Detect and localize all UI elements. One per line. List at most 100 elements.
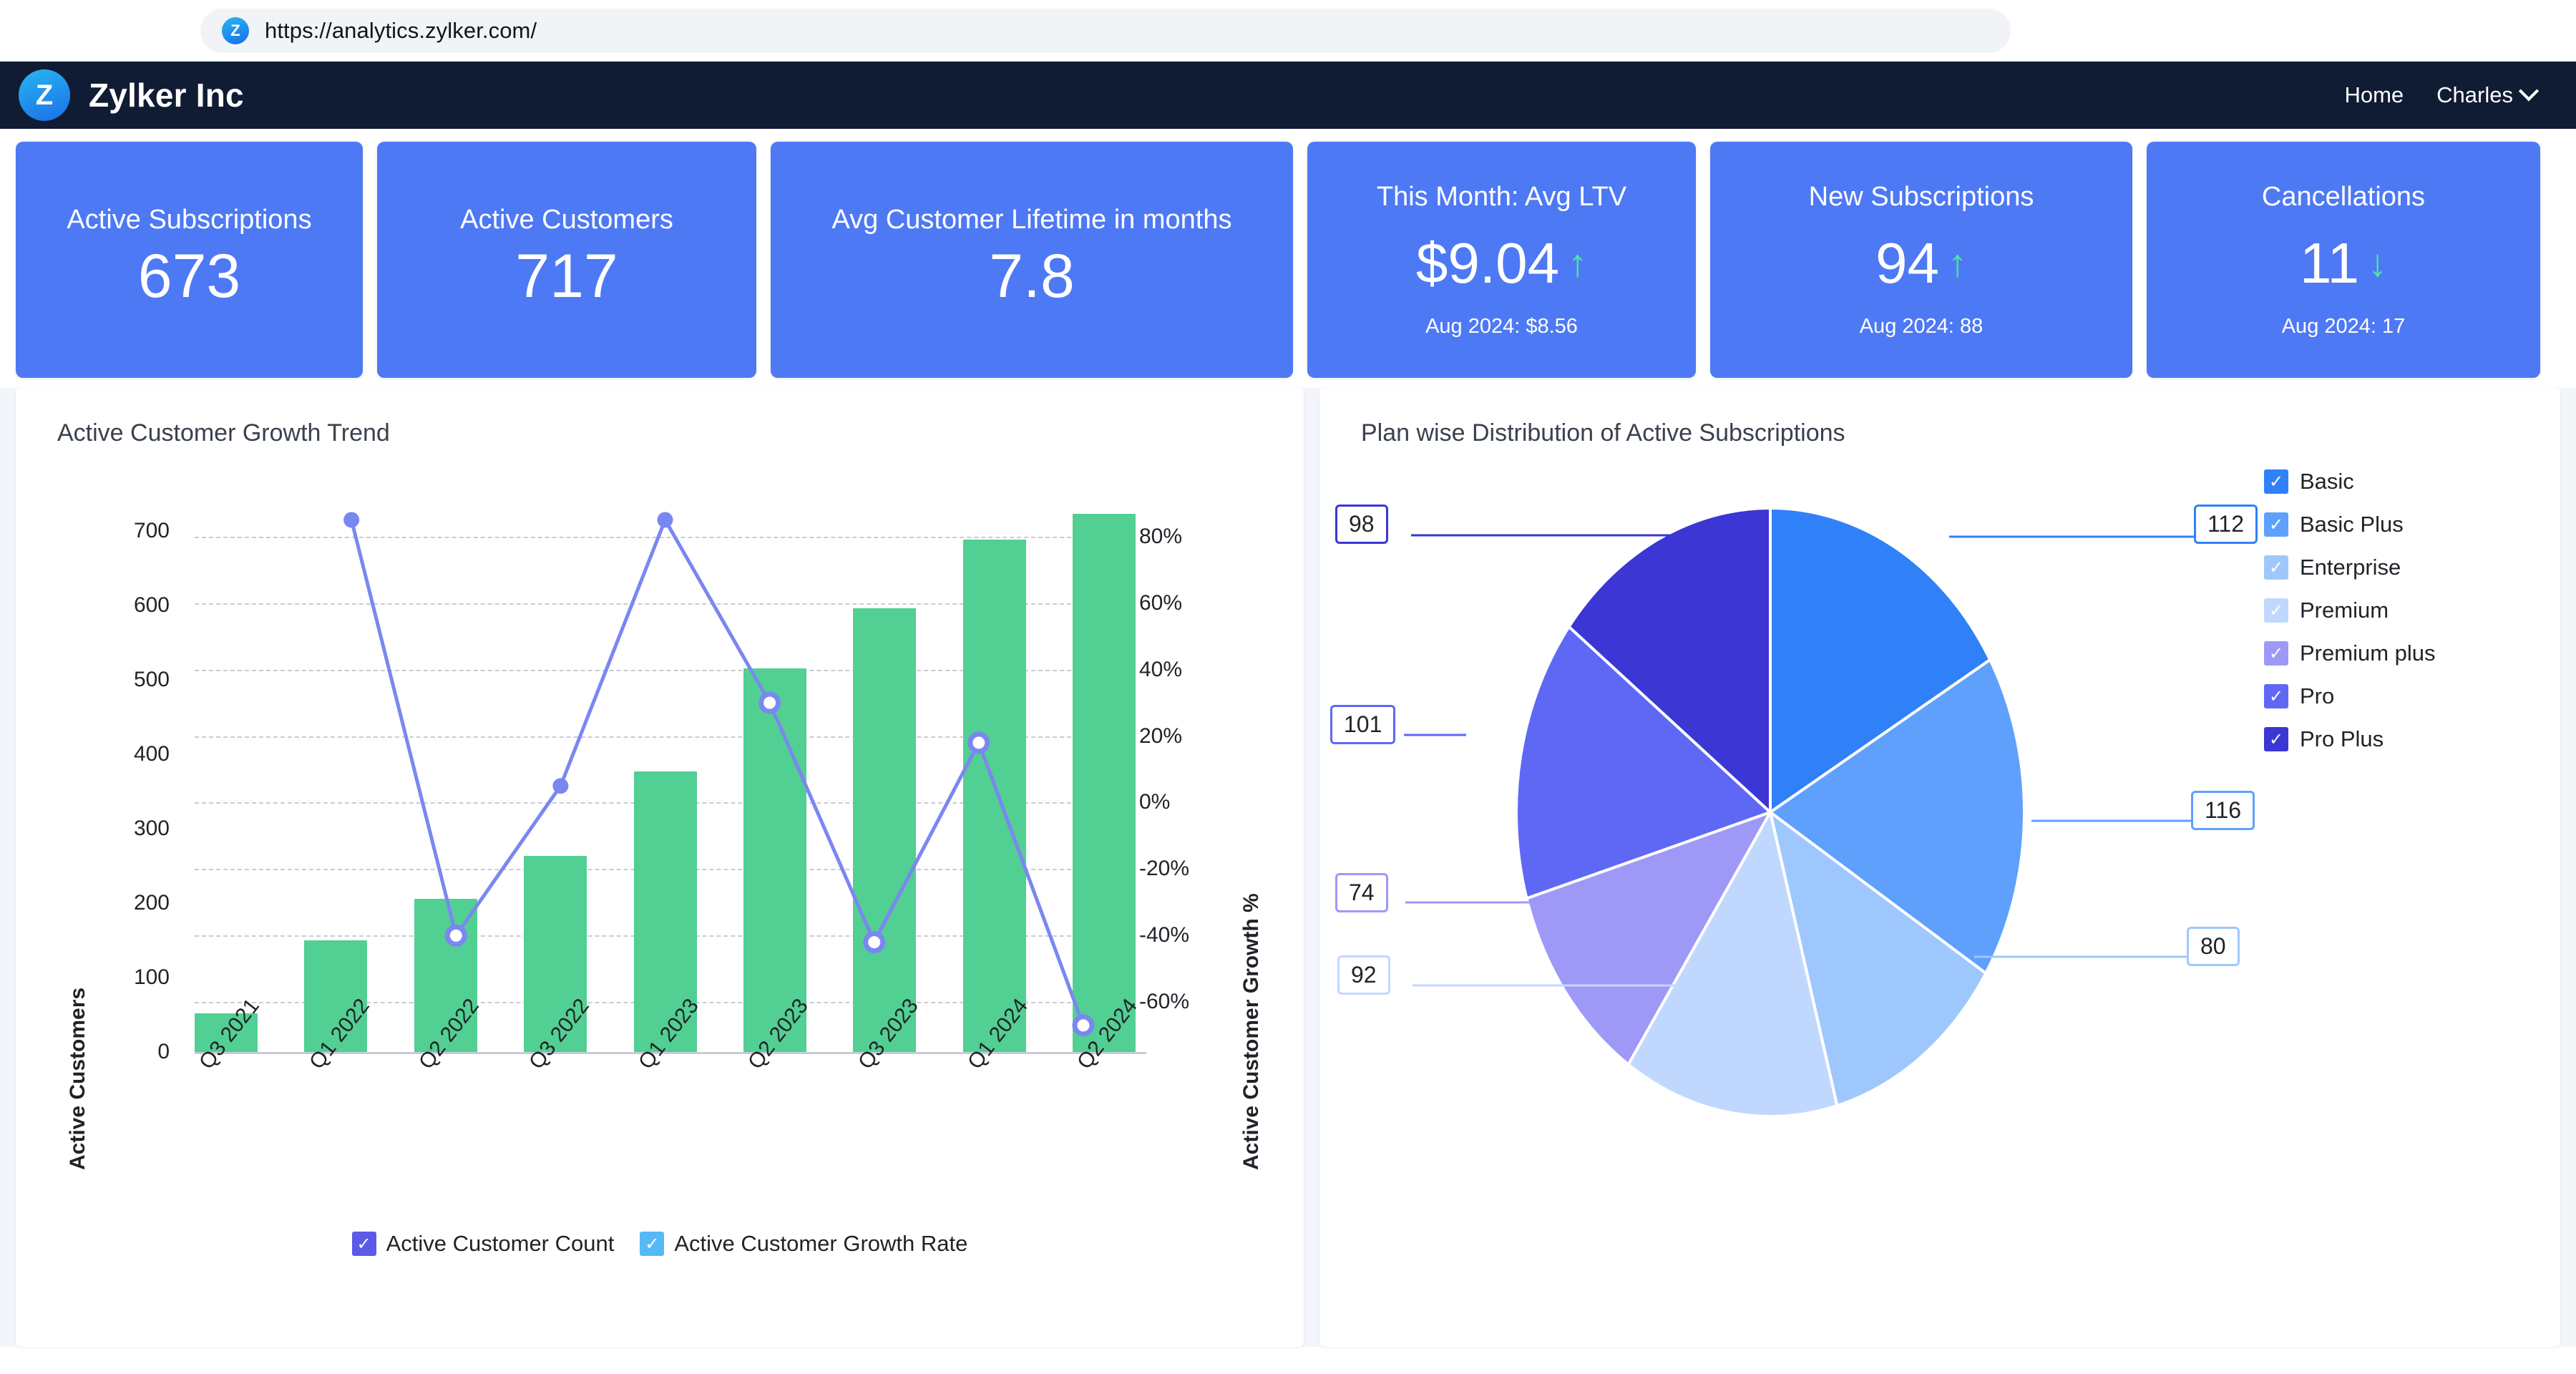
x-tick-label: Q3 2023 — [853, 994, 923, 1074]
pie-legend-checkbox[interactable]: ✓ — [2264, 555, 2288, 580]
pie-legend-label: Premium — [2300, 598, 2389, 623]
pie-chart: 112 116 80 92 74 101 98 ✓ Basic ✓ Basic Plus ✓ Ente… — [1319, 447, 2560, 1292]
pie-slice-value: 74 — [1335, 873, 1388, 912]
pie-legend-checkbox[interactable]: ✓ — [2264, 469, 2288, 494]
legend-label: Active Customer Growth Rate — [674, 1231, 968, 1256]
pie-slice-value: 98 — [1335, 505, 1388, 544]
pie-legend-item[interactable]: ✓ Pro Plus — [2264, 726, 2436, 752]
panel-plan-distribution: Plan wise Distribution of Active Subscri… — [1319, 388, 2560, 1347]
x-tick-label: Q2 2023 — [743, 994, 814, 1074]
legend-checkbox[interactable]: ✓ — [351, 1232, 376, 1256]
nav-item-user-menu[interactable]: Charles — [2436, 81, 2540, 108]
y-axis-label: Active Customers — [66, 987, 89, 1170]
nav-user-label: Charles — [2436, 82, 2513, 107]
pie-legend-label: Pro Plus — [2300, 726, 2384, 751]
pie-svg — [1404, 506, 2196, 1118]
line-series — [343, 512, 1095, 1037]
pie-legend-item[interactable]: ✓ Basic Plus — [2264, 512, 2436, 537]
pie-slice-value: 112 — [2194, 505, 2258, 544]
kpi-label: Avg Customer Lifetime in months — [831, 204, 1232, 235]
kpi-comparison: Aug 2024: 17 — [2281, 314, 2406, 338]
x-tick-label: Q1 2022 — [304, 994, 374, 1074]
x-tick-label: Q2 2024 — [1073, 994, 1143, 1074]
pie-legend-label: Premium plus — [2300, 640, 2436, 666]
legend-item[interactable]: ✓ Active Customer Count — [351, 1231, 614, 1257]
y-tick-label: 200 — [133, 891, 170, 915]
kpi-card-active-customers[interactable]: Active Customers 717 — [377, 142, 756, 378]
url-text: https://analytics.zylker.com/ — [265, 18, 537, 43]
kpi-label: Cancellations — [2261, 181, 2426, 212]
brand-name: Zylker Inc — [89, 77, 244, 114]
trend-up-icon: ↑ — [1947, 242, 1967, 285]
main-nav: Home Charles — [2344, 81, 2540, 108]
address-bar[interactable]: Z https://analytics.zylker.com/ — [200, 9, 2011, 53]
pie-legend-label: Pro — [2300, 683, 2335, 708]
trend-down-icon: ↓ — [2368, 242, 2388, 285]
pie-slice-value: 92 — [1337, 955, 1390, 995]
plot-area — [195, 487, 1136, 1052]
trend-up-icon: ↑ — [1568, 242, 1588, 285]
kpi-value-row: 94 ↑ — [1875, 228, 1967, 299]
kpi-card-avg-customer-lifetime[interactable]: Avg Customer Lifetime in months 7.8 — [771, 142, 1293, 378]
kpi-card-avg-ltv[interactable]: This Month: Avg LTV $9.04 ↑ Aug 2024: $8… — [1307, 142, 1696, 378]
panel-title: Plan wise Distribution of Active Subscri… — [1361, 419, 1845, 447]
kpi-value: $9.04 — [1415, 231, 1560, 295]
pie-legend-checkbox[interactable]: ✓ — [2264, 512, 2288, 537]
legend-item[interactable]: ✓ Active Customer Growth Rate — [640, 1231, 967, 1257]
pie-legend-item[interactable]: ✓ Basic — [2264, 469, 2436, 494]
kpi-row: Active Subscriptions 673 Active Customer… — [0, 129, 2576, 388]
pie-legend-checkbox[interactable]: ✓ — [2264, 727, 2288, 751]
y-tick-label: 500 — [133, 668, 170, 692]
pie-legend-label: Enterprise — [2300, 555, 2401, 580]
pie-legend: ✓ Basic ✓ Basic Plus ✓ Enterprise ✓ Premium ✓ Pre… — [2264, 469, 2436, 752]
y-tick-label: 100 — [133, 965, 170, 990]
zylker-favicon-icon: Z — [222, 17, 249, 44]
kpi-comparison: Aug 2024: 88 — [1859, 314, 1984, 338]
app-header: Z Zylker Inc Home Charles — [0, 62, 2576, 129]
pie-legend-item[interactable]: ✓ Premium plus — [2264, 640, 2436, 666]
kpi-comparison: Aug 2024: $8.56 — [1425, 314, 1578, 338]
pie-legend-item[interactable]: ✓ Enterprise — [2264, 555, 2436, 580]
y2-tick-label: -20% — [1139, 857, 1190, 881]
x-tick-label: Q1 2023 — [633, 994, 703, 1074]
kpi-card-cancellations[interactable]: Cancellations 11 ↓ Aug 2024: 17 — [2147, 142, 2540, 378]
kpi-label: This Month: Avg LTV — [1376, 181, 1627, 212]
kpi-value: 7.8 — [989, 241, 1075, 311]
kpi-value: 11 — [2299, 231, 2360, 295]
pie-slice-value: 116 — [2191, 791, 2255, 830]
pie-legend-checkbox[interactable]: ✓ — [2264, 641, 2288, 666]
y2-tick-label: 20% — [1139, 723, 1183, 748]
pie-legend-item[interactable]: ✓ Premium — [2264, 598, 2436, 623]
pie-slice-value: 80 — [2187, 927, 2240, 966]
x-tick-label: Q3 2021 — [195, 994, 265, 1074]
y2-tick-label: -40% — [1139, 923, 1190, 947]
dashboard-panels: Active Customer Growth Trend Active Cust… — [0, 388, 2576, 1347]
y-tick-label: 700 — [133, 519, 170, 543]
pie-legend-label: Basic Plus — [2300, 512, 2404, 537]
legend-checkbox[interactable]: ✓ — [640, 1232, 665, 1256]
kpi-card-new-subscriptions[interactable]: New Subscriptions 94 ↑ Aug 2024: 88 — [1710, 142, 2132, 378]
y-tick-label: 0 — [157, 1040, 170, 1063]
y-tick-label: 600 — [133, 593, 170, 618]
combo-chart-legend: ✓ Active Customer Count ✓ Active Customer G… — [16, 1231, 1304, 1257]
pie-legend-checkbox[interactable]: ✓ — [2264, 684, 2288, 708]
pie-legend-item[interactable]: ✓ Pro — [2264, 683, 2436, 709]
y-tick-label: 300 — [133, 817, 170, 841]
kpi-label: New Subscriptions — [1808, 181, 2034, 212]
y-tick-label: 400 — [133, 742, 170, 766]
panel-title: Active Customer Growth Trend — [57, 419, 390, 447]
combo-chart: Active Customers Active Customer Growth … — [16, 447, 1304, 1292]
kpi-card-active-subscriptions[interactable]: Active Subscriptions 673 — [16, 142, 363, 378]
x-tick-label: Q3 2022 — [524, 994, 594, 1074]
chevron-down-icon — [2518, 81, 2540, 102]
y2-tick-label: -60% — [1139, 990, 1190, 1014]
kpi-value-row: $9.04 ↑ — [1416, 228, 1587, 299]
pie-legend-checkbox[interactable]: ✓ — [2264, 598, 2288, 623]
x-tick-label: Q1 2024 — [963, 994, 1033, 1074]
kpi-label: Active Subscriptions — [67, 204, 312, 235]
nav-item-home[interactable]: Home — [2344, 82, 2404, 108]
pie-slice-value: 101 — [1330, 705, 1396, 744]
brand[interactable]: Z Zylker Inc — [19, 69, 244, 121]
kpi-value: 94 — [1875, 231, 1939, 295]
y2-tick-label: 40% — [1139, 657, 1183, 681]
